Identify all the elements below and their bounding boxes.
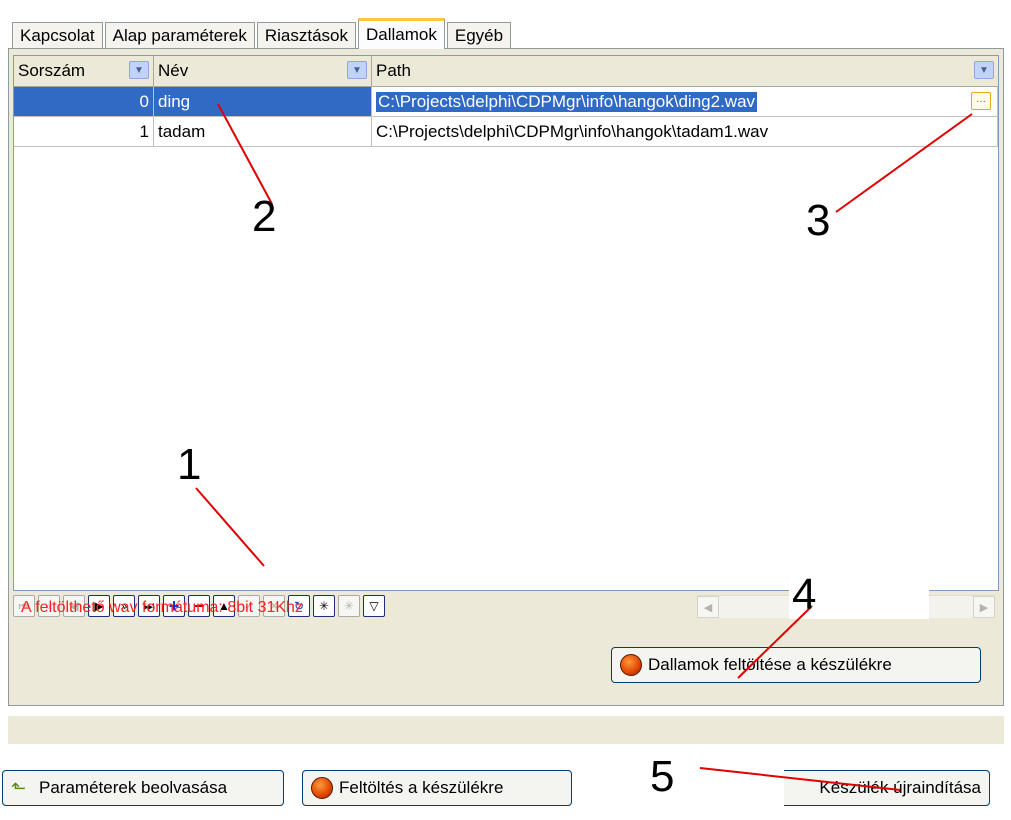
tab-kapcsolat[interactable]: Kapcsolat <box>12 22 103 48</box>
wav-format-info: A feltölthető wav formátuma: 8bit 31Khz <box>21 599 303 616</box>
button-label: Feltöltés a készülékre <box>339 778 504 797</box>
annotation-number-2: 2 <box>252 192 277 241</box>
orange-orb-icon <box>311 777 333 799</box>
button-label: Készülék újraindítása <box>819 778 981 797</box>
grid-header: Sorszám ▼ Név ▼ Path ▼ <box>14 56 998 87</box>
tab-strip: Kapcsolat Alap paraméterek Riasztások Da… <box>12 18 513 49</box>
scroll-right-icon[interactable]: ▶ <box>973 596 995 618</box>
read-params-button[interactable]: ⬑ Paraméterek beolvasása <box>2 770 284 806</box>
cell-sorszam[interactable]: 1 <box>14 117 154 147</box>
annotation-number-5: 5 <box>650 752 675 801</box>
ellipsis-icon[interactable]: ··· <box>971 92 991 110</box>
cell-sorszam[interactable]: 0 <box>14 87 154 117</box>
bookmark-icon[interactable]: ✳ <box>313 595 335 617</box>
column-label: Név <box>158 61 189 80</box>
cell-nev[interactable]: ding <box>154 87 372 117</box>
status-bar <box>8 716 1004 744</box>
annotation-number-4: 4 <box>792 570 817 619</box>
table-row[interactable]: 1 tadam C:\Projects\delphi\CDPMgr\info\h… <box>14 117 998 147</box>
tab-riasztasok[interactable]: Riasztások <box>256 22 356 48</box>
tab-alap-parameterek[interactable]: Alap paraméterek <box>104 22 255 48</box>
column-label: Path <box>376 61 411 80</box>
tab-dallamok[interactable]: Dallamok <box>358 18 445 49</box>
column-label: Sorszám <box>18 61 86 80</box>
annotation-number-1: 1 <box>177 440 202 489</box>
tab-egyeb[interactable]: Egyéb <box>446 22 512 48</box>
read-icon: ⬑ <box>11 777 27 798</box>
goto-bookmark-icon[interactable]: ✳ <box>338 595 360 617</box>
tab-panel: Sorszám ▼ Név ▼ Path ▼ 0 ding C:\Project… <box>8 48 1004 706</box>
melody-grid[interactable]: Sorszám ▼ Név ▼ Path ▼ 0 ding C:\Project… <box>13 55 999 591</box>
table-row[interactable]: 0 ding C:\Projects\delphi\CDPMgr\info\ha… <box>14 87 998 117</box>
path-edit-field[interactable]: C:\Projects\delphi\CDPMgr\info\hangok\di… <box>376 91 758 112</box>
column-header-sorszam[interactable]: Sorszám ▼ <box>14 56 154 86</box>
button-label: Paraméterek beolvasása <box>39 778 228 797</box>
filter-icon[interactable]: ▽ <box>363 595 385 617</box>
chevron-down-icon[interactable]: ▼ <box>347 61 367 79</box>
cell-path[interactable]: C:\Projects\delphi\CDPMgr\info\hangok\di… <box>372 87 998 117</box>
orange-orb-icon <box>620 654 642 676</box>
cell-nev[interactable]: tadam <box>154 117 372 147</box>
scroll-left-icon[interactable]: ◀ <box>697 596 719 618</box>
annotation-number-3: 3 <box>806 196 831 245</box>
chevron-down-icon[interactable]: ▼ <box>974 61 994 79</box>
chevron-down-icon[interactable]: ▼ <box>129 61 149 79</box>
column-header-nev[interactable]: Név ▼ <box>154 56 372 86</box>
cell-path[interactable]: C:\Projects\delphi\CDPMgr\info\hangok\ta… <box>372 117 998 147</box>
upload-melodies-button[interactable]: Dallamok feltöltése a készülékre <box>611 647 981 683</box>
upload-button[interactable]: Feltöltés a készülékre <box>302 770 572 806</box>
button-label: Dallamok feltöltése a készülékre <box>648 655 892 674</box>
column-header-path[interactable]: Path ▼ <box>372 56 998 86</box>
